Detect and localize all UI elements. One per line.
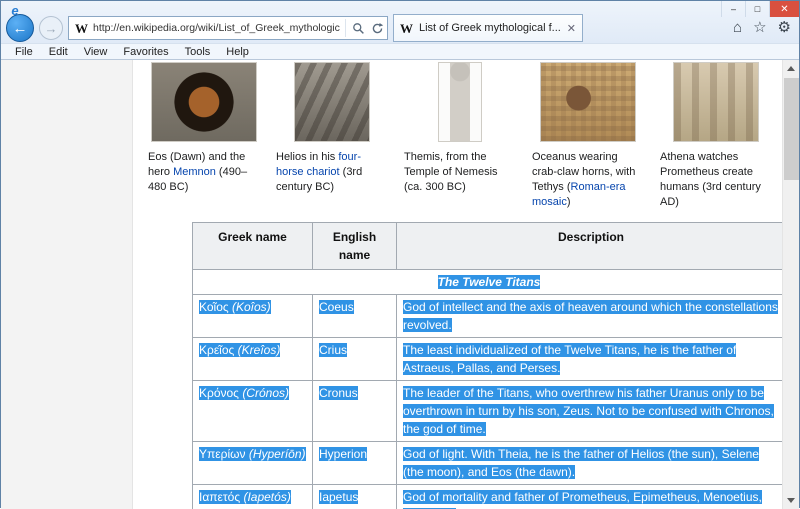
close-button[interactable]: ✕ — [769, 1, 799, 17]
image-caption: Helios in his four-horse chariot (3rd ce… — [276, 150, 388, 195]
table-row: Ιαπετός (Iapetós) Iapetus God of mortali… — [193, 485, 783, 509]
navigation-row: ← → W http://en.wikipedia.org/wiki/List_… — [6, 14, 583, 42]
gallery-figure: Oceanus wearing crab-claw horns, with Te… — [532, 62, 644, 209]
menu-file[interactable]: File — [7, 46, 41, 58]
description-text: God of intellect and the axis of heaven … — [403, 300, 778, 332]
address-bar[interactable]: W http://en.wikipedia.org/wiki/List_of_G… — [68, 16, 388, 40]
home-icon[interactable]: ⌂ — [733, 18, 742, 38]
url-text[interactable]: http://en.wikipedia.org/wiki/List_of_Gre… — [93, 22, 340, 34]
image-caption: Themis, from the Temple of Nemesis (ca. … — [404, 150, 516, 195]
window-controls: – □ ✕ — [721, 1, 799, 17]
scroll-up-arrow-icon — [787, 66, 795, 71]
caption-text: Athena watches Prometheus create humans … — [660, 151, 761, 208]
column-header-english-name: English name — [313, 223, 397, 270]
vertical-scrollbar[interactable] — [782, 60, 799, 509]
description-text: The least individualized of the Twelve T… — [403, 343, 736, 375]
image-caption: Athena watches Prometheus create humans … — [660, 150, 772, 209]
greek-name-link[interactable]: Κρεῖος — [199, 343, 234, 357]
section-header-row: The Twelve Titans — [193, 270, 783, 295]
scroll-down-arrow-icon — [787, 498, 795, 503]
browser-window: e – □ ✕ ← → W http://en.wikipedia.org/wi… — [0, 0, 800, 508]
tab-favicon: W — [400, 22, 413, 35]
english-name: Cronus — [319, 386, 358, 400]
table-row: Υπερίων (Hyperíōn) Hyperion God of light… — [193, 442, 783, 485]
greek-transliteration: (Kreîos) — [238, 343, 281, 357]
greek-transliteration: (Iapetós) — [243, 490, 290, 504]
english-name: Hyperion — [319, 447, 367, 461]
gallery-figure: Eos (Dawn) and the hero Memnon (490–480 … — [148, 62, 260, 209]
section-title: The Twelve Titans — [438, 275, 541, 289]
greek-name-link[interactable]: Κοῖος — [199, 300, 229, 314]
thumbnail-themis-statue[interactable] — [438, 62, 482, 142]
menu-edit[interactable]: Edit — [41, 46, 76, 58]
tab-close-icon[interactable]: ✕ — [567, 22, 576, 35]
greek-name-link[interactable]: Υπερίων — [199, 447, 246, 461]
table-row: Κρεῖος (Kreîos) Crius The least individu… — [193, 338, 783, 381]
scrollbar-thumb[interactable] — [784, 78, 799, 180]
greek-transliteration: (Koîos) — [232, 300, 271, 314]
menu-tools[interactable]: Tools — [177, 46, 219, 58]
image-caption: Oceanus wearing crab-claw horns, with Te… — [532, 150, 644, 209]
english-name: Crius — [319, 343, 347, 357]
table-row: Κρόνος (Crónos) Cronus The leader of the… — [193, 381, 783, 442]
caption-link[interactable]: Memnon — [173, 166, 216, 178]
menu-favorites[interactable]: Favorites — [115, 46, 176, 58]
image-caption: Eos (Dawn) and the hero Memnon (490–480 … — [148, 150, 260, 195]
column-header-greek-name: Greek name — [193, 223, 313, 270]
caption-text: Themis, from the Temple of Nemesis (ca. … — [404, 151, 498, 193]
address-bar-icons — [345, 19, 384, 37]
thumbnail-oceanus-mosaic[interactable] — [540, 62, 636, 142]
refresh-icon[interactable] — [371, 22, 384, 35]
image-gallery: Eos (Dawn) and the hero Memnon (490–480 … — [134, 60, 782, 209]
wikipedia-page: Eos (Dawn) and the hero Memnon (490–480 … — [1, 60, 782, 509]
greek-name-link[interactable]: Ιαπετός — [199, 490, 240, 504]
greek-transliteration: (Crónos) — [242, 386, 289, 400]
tab-title: List of Greek mythological f... — [419, 22, 561, 34]
thumbnail-athena-prometheus-relief[interactable] — [673, 62, 759, 142]
minimize-button[interactable]: – — [721, 1, 745, 17]
gallery-figure: Themis, from the Temple of Nemesis (ca. … — [404, 62, 516, 209]
description-text: God of mortality and father of Prometheu… — [403, 490, 762, 509]
greek-name-link[interactable]: Κρόνος — [199, 386, 239, 400]
article-content: Eos (Dawn) and the hero Memnon (490–480 … — [134, 60, 782, 509]
description-text: God of light. With Theia, he is the fath… — [403, 447, 759, 479]
column-header-description: Description — [397, 223, 783, 270]
toolbar-icons: ⌂ ☆ ⚙ — [733, 18, 791, 38]
menu-bar: File Edit View Favorites Tools Help — [1, 43, 799, 59]
page-viewport: Eos (Dawn) and the hero Memnon (490–480 … — [1, 59, 799, 509]
table-header-row: Greek name English name Description — [193, 223, 783, 270]
gallery-figure: Helios in his four-horse chariot (3rd ce… — [276, 62, 388, 209]
caption-text: ) — [567, 196, 571, 208]
english-name: Iapetus — [319, 490, 358, 504]
table-row: Κοῖος (Koîos) Coeus God of intellect and… — [193, 295, 783, 338]
titans-table: Greek name English name Description The … — [192, 222, 782, 509]
thumbnail-helios-relief[interactable] — [294, 62, 370, 142]
browser-tab[interactable]: W List of Greek mythological f... ✕ — [393, 14, 583, 42]
browser-chrome: e – □ ✕ ← → W http://en.wikipedia.org/wi… — [1, 1, 799, 43]
settings-gear-icon[interactable]: ⚙ — [778, 18, 791, 38]
greek-transliteration: (Hyperíōn) — [249, 447, 306, 461]
sidebar-gutter — [1, 60, 133, 509]
menu-view[interactable]: View — [76, 46, 116, 58]
back-button[interactable]: ← — [6, 14, 34, 42]
english-name: Coeus — [319, 300, 354, 314]
thumbnail-eos-memnon-kylix[interactable] — [151, 62, 257, 142]
maximize-button[interactable]: □ — [745, 1, 769, 17]
description-text: The leader of the Titans, who overthrew … — [403, 386, 774, 436]
gallery-figure: Athena watches Prometheus create humans … — [660, 62, 772, 209]
site-favicon: W — [75, 22, 88, 35]
search-icon[interactable] — [352, 22, 365, 35]
menu-help[interactable]: Help — [218, 46, 257, 58]
forward-button[interactable]: → — [39, 16, 63, 40]
scroll-up-button[interactable] — [783, 60, 799, 77]
caption-text: Helios in his — [276, 151, 338, 163]
favorites-star-icon[interactable]: ☆ — [753, 18, 766, 38]
scroll-down-button[interactable] — [783, 492, 799, 509]
